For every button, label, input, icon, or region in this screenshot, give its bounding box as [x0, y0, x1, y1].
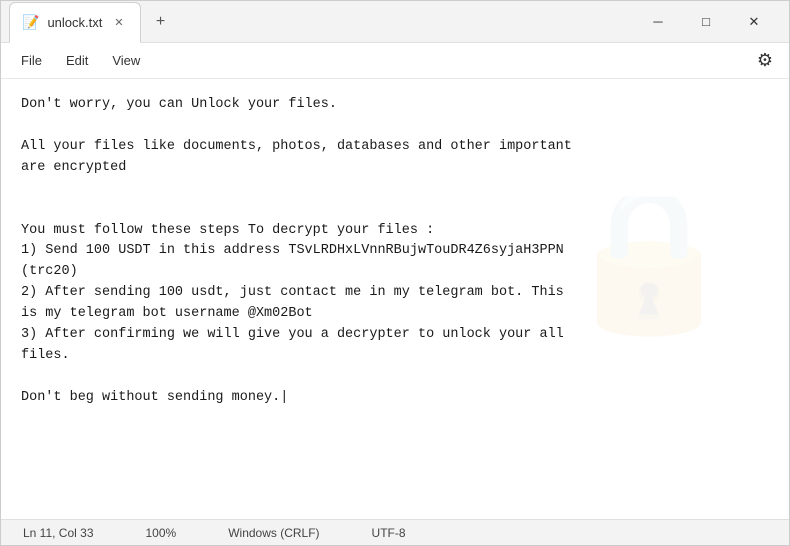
- title-bar: 📝 unlock.txt ✕ + ─ □ ✕: [1, 1, 789, 43]
- new-tab-button[interactable]: +: [145, 6, 177, 38]
- file-icon: 📝: [22, 14, 39, 31]
- window-controls: ─ □ ✕: [635, 6, 781, 38]
- tab-close-button[interactable]: ✕: [110, 14, 127, 31]
- notepad-window: 📝 unlock.txt ✕ + ─ □ ✕ File Edit View ⚙ …: [0, 0, 790, 546]
- status-encoding[interactable]: UTF-8: [366, 524, 412, 542]
- status-ln-col[interactable]: Ln 11, Col 33: [17, 524, 100, 542]
- status-zoom[interactable]: 100%: [140, 524, 183, 542]
- close-button[interactable]: ✕: [731, 6, 777, 38]
- status-line-ending[interactable]: Windows (CRLF): [222, 524, 325, 542]
- menu-view[interactable]: View: [100, 49, 152, 72]
- maximize-button[interactable]: □: [683, 6, 729, 38]
- active-tab[interactable]: 📝 unlock.txt ✕: [9, 2, 141, 43]
- tab-area: 📝 unlock.txt ✕ +: [9, 1, 635, 42]
- settings-icon[interactable]: ⚙: [749, 46, 781, 75]
- tab-label: unlock.txt: [47, 15, 102, 30]
- editor-content[interactable]: Don't worry, you can Unlock your files. …: [21, 95, 769, 409]
- menu-edit[interactable]: Edit: [54, 49, 100, 72]
- status-bar: Ln 11, Col 33 100% Windows (CRLF) UTF-8: [1, 519, 789, 545]
- menu-file[interactable]: File: [9, 49, 54, 72]
- menu-bar: File Edit View ⚙: [1, 43, 789, 79]
- editor-area[interactable]: 🔒 Don't worry, you can Unlock your files…: [1, 79, 789, 519]
- minimize-button[interactable]: ─: [635, 6, 681, 38]
